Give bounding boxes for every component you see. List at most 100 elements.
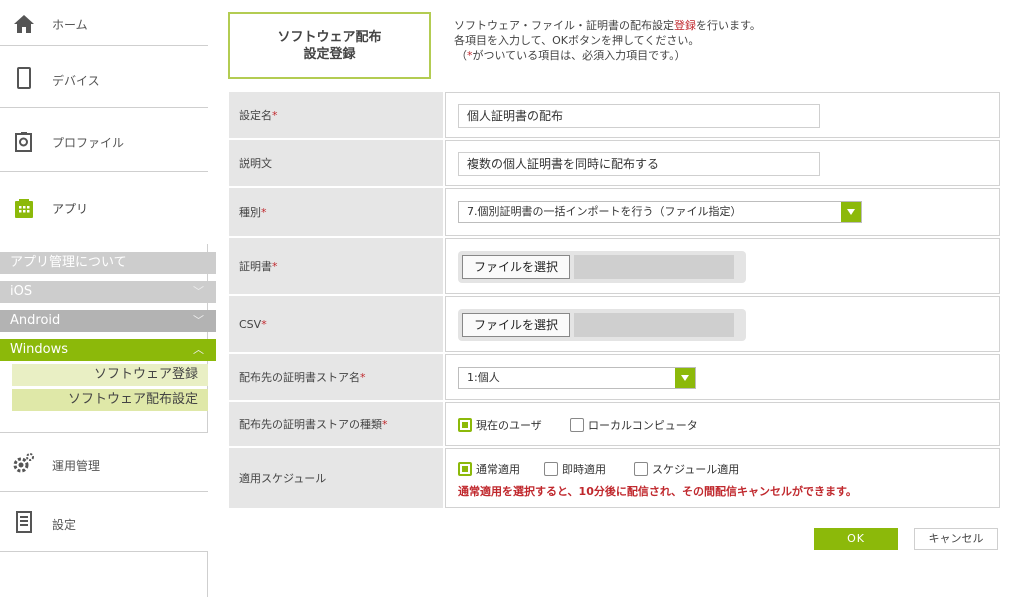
label-text: 説明文 bbox=[239, 157, 272, 170]
sidebar-item-ios[interactable]: iOS ﹀ bbox=[0, 281, 216, 303]
radio-label: ローカルコンピュータ bbox=[588, 419, 698, 432]
sidebar: ホーム デバイス プロファイル アプリ アプリ管理について iOS ﹀ Andr… bbox=[0, 0, 216, 597]
field-label: CSV * bbox=[229, 296, 443, 352]
field-label: 配布先の証明書ストアの種類 * bbox=[229, 402, 443, 446]
radio-label: スケジュール適用 bbox=[652, 463, 740, 476]
form-row-description: 説明文 複数の個人証明書を同時に配布する bbox=[229, 140, 1000, 186]
form-row-store-type: 配布先の証明書ストアの種類 * 現在のユーザ ローカルコンピュータ bbox=[229, 402, 1000, 446]
field-label: 設定名 * bbox=[229, 92, 443, 138]
dropdown-arrow-icon[interactable] bbox=[841, 202, 861, 222]
schedule-note: 通常適用を選択すると、10分後に配信され、その間配信キャンセルができます。 bbox=[458, 485, 857, 498]
sidebar-item-android[interactable]: Android ﹀ bbox=[0, 310, 216, 332]
sidebar-item-app[interactable]: アプリ bbox=[0, 172, 208, 244]
field-cell: 7.個別証明書の一括インポートを行う（ファイル指定） bbox=[445, 188, 1000, 236]
desc-text: 各項目を入力して、OKボタンを押してください。 bbox=[454, 34, 700, 47]
radio-label: 現在のユーザ bbox=[476, 419, 542, 432]
form-row-certificate: 証明書 * ファイルを選択 bbox=[229, 238, 1000, 294]
sidebar-item-label: デバイス bbox=[52, 74, 100, 88]
sidebar-item-operation[interactable]: 運用管理 bbox=[0, 432, 208, 492]
sidebar-item-home[interactable]: ホーム bbox=[0, 0, 208, 46]
cancel-button[interactable]: キャンセル bbox=[914, 528, 998, 550]
form-row-setting-name: 設定名 * 個人証明書の配布 bbox=[229, 92, 1000, 138]
radio-unchecked-icon bbox=[570, 418, 584, 432]
sidebar-item-label: iOS bbox=[10, 284, 33, 299]
certificate-file-picker: ファイルを選択 bbox=[458, 251, 746, 283]
sidebar-item-software-distribution[interactable]: ソフトウェア配布設定 bbox=[12, 389, 208, 411]
radio-unchecked-icon bbox=[544, 462, 558, 476]
file-name-display bbox=[574, 313, 734, 337]
radio-label: 通常適用 bbox=[476, 463, 520, 476]
required-mark: * bbox=[382, 417, 388, 431]
radio-checked-icon bbox=[458, 462, 472, 476]
schedule-scheduled-radio[interactable]: スケジュール適用 bbox=[634, 461, 739, 477]
label-text: 配布先の証明書ストア名 bbox=[239, 371, 360, 384]
required-mark: * bbox=[272, 259, 278, 273]
device-icon bbox=[17, 67, 31, 89]
field-label: 証明書 * bbox=[229, 238, 443, 294]
label-text: CSV bbox=[239, 317, 262, 331]
csv-file-picker: ファイルを選択 bbox=[458, 309, 746, 341]
choose-file-button[interactable]: ファイルを選択 bbox=[462, 313, 570, 337]
field-cell: ファイルを選択 bbox=[445, 238, 1000, 294]
radio-unchecked-icon bbox=[634, 462, 648, 476]
sidebar-item-label: アプリ管理について bbox=[10, 255, 127, 270]
app-icon bbox=[15, 199, 33, 218]
desc-highlight: 登録 bbox=[674, 19, 696, 32]
sidebar-item-label: Windows bbox=[10, 342, 69, 357]
chevron-down-icon: ﹀ bbox=[193, 285, 204, 298]
select-value: 7.個別証明書の一括インポートを行う（ファイル指定） bbox=[467, 205, 742, 218]
gear-icon bbox=[13, 453, 34, 473]
sidebar-item-label: ホーム bbox=[52, 18, 88, 32]
sidebar-item-label: 設定 bbox=[52, 518, 77, 532]
sidebar-item-device[interactable]: デバイス bbox=[0, 46, 208, 108]
sidebar-item-app-about[interactable]: アプリ管理について bbox=[0, 252, 216, 274]
home-icon bbox=[14, 15, 34, 33]
page-title-box: ソフトウェア配布 設定登録 bbox=[228, 12, 431, 79]
choose-file-button[interactable]: ファイルを選択 bbox=[462, 255, 570, 279]
field-cell: ファイルを選択 bbox=[445, 296, 1000, 352]
sidebar-item-windows[interactable]: Windows ︿ bbox=[0, 339, 216, 361]
field-label: 配布先の証明書ストア名 * bbox=[229, 354, 443, 400]
sidebar-item-label: プロファイル bbox=[52, 136, 125, 150]
field-cell: 1:個人 bbox=[445, 354, 1000, 400]
sidebar-item-label: ソフトウェア配布設定 bbox=[67, 392, 198, 407]
sidebar-item-label: Android bbox=[10, 313, 61, 328]
page-title-line1: ソフトウェア配布 bbox=[277, 30, 382, 45]
required-mark: * bbox=[261, 317, 267, 331]
field-cell: 通常適用 即時適用 スケジュール適用 通常適用を選択すると、10分後に配信され、… bbox=[445, 448, 1000, 508]
field-cell: 個人証明書の配布 bbox=[445, 92, 1000, 138]
setting-name-input[interactable]: 個人証明書の配布 bbox=[458, 104, 820, 128]
field-label: 適用スケジュール bbox=[229, 448, 443, 508]
type-select[interactable]: 7.個別証明書の一括インポートを行う（ファイル指定） bbox=[458, 201, 862, 223]
page-description: ソフトウェア・ファイル・証明書の配布設定登録を行います。 各項目を入力して、OK… bbox=[454, 18, 761, 63]
field-label: 説明文 bbox=[229, 140, 443, 186]
dropdown-arrow-icon[interactable] bbox=[675, 368, 695, 388]
schedule-normal-radio[interactable]: 通常適用 bbox=[458, 461, 520, 477]
required-mark: * bbox=[272, 108, 278, 122]
store-name-select[interactable]: 1:個人 bbox=[458, 367, 696, 389]
desc-text: を行います。 bbox=[696, 19, 761, 32]
schedule-immediate-radio[interactable]: 即時適用 bbox=[544, 461, 606, 477]
sidebar-item-label: アプリ bbox=[52, 202, 89, 216]
desc-text: ソフトウェア・ファイル・証明書の配布設定 bbox=[454, 19, 674, 32]
label-text: 配布先の証明書ストアの種類 bbox=[239, 418, 382, 431]
desc-text: （ bbox=[456, 49, 467, 62]
sidebar-item-profile[interactable]: プロファイル bbox=[0, 108, 208, 172]
label-text: 設定名 bbox=[239, 109, 272, 122]
sidebar-item-label: ソフトウェア登録 bbox=[93, 367, 198, 382]
sidebar-item-settings[interactable]: 設定 bbox=[0, 492, 208, 552]
radio-label: 即時適用 bbox=[562, 463, 606, 476]
form-row-type: 種別 * 7.個別証明書の一括インポートを行う（ファイル指定） bbox=[229, 188, 1000, 236]
form-row-csv: CSV * ファイルを選択 bbox=[229, 296, 1000, 352]
label-text: 種別 bbox=[239, 206, 261, 219]
label-text: 証明書 bbox=[239, 260, 272, 273]
sidebar-item-software-register[interactable]: ソフトウェア登録 bbox=[12, 364, 208, 386]
field-label: 種別 * bbox=[229, 188, 443, 236]
profile-icon bbox=[15, 132, 32, 152]
chevron-down-icon: ﹀ bbox=[193, 314, 204, 327]
ok-button[interactable]: OK bbox=[814, 528, 898, 550]
description-input[interactable]: 複数の個人証明書を同時に配布する bbox=[458, 152, 820, 176]
required-mark: * bbox=[261, 205, 267, 219]
store-type-local-computer-radio[interactable]: ローカルコンピュータ bbox=[570, 417, 698, 433]
store-type-current-user-radio[interactable]: 現在のユーザ bbox=[458, 417, 542, 433]
